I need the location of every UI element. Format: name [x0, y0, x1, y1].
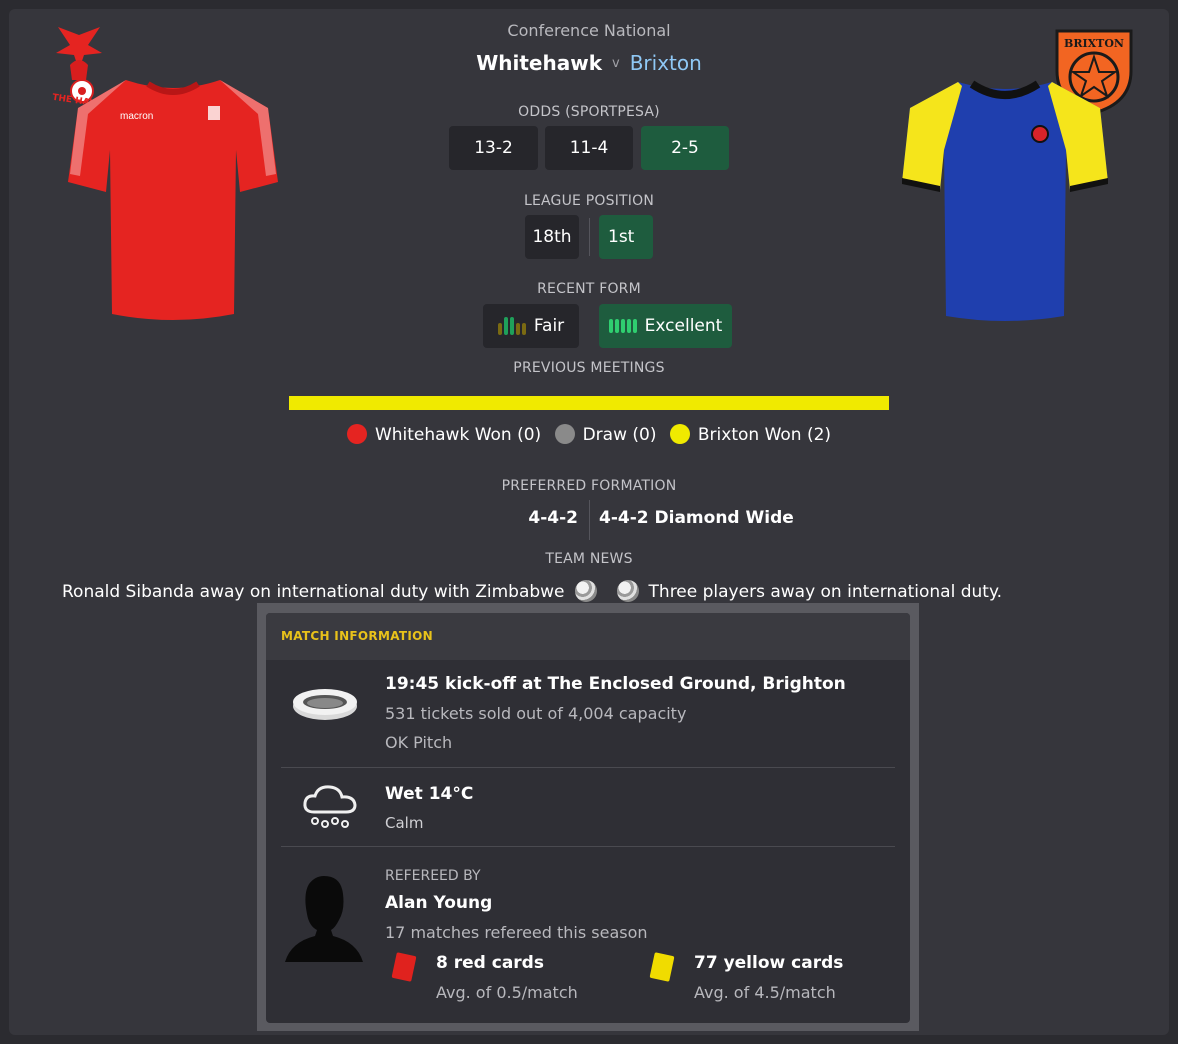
- home-wins-legend: Whitehawk Won (0): [346, 424, 542, 445]
- draw-odds-button[interactable]: 11-4: [545, 126, 633, 170]
- rain-cloud-icon: [303, 785, 357, 828]
- away-team-link[interactable]: Brixton: [630, 51, 702, 75]
- red-cards-count: 8 red cards: [436, 953, 544, 973]
- previous-meetings-bar[interactable]: [289, 396, 889, 410]
- formation-divider: [589, 500, 590, 540]
- globe-icon: [574, 580, 597, 602]
- away-form-bars-icon: [608, 319, 637, 333]
- yellow-cards-count: 77 yellow cards: [694, 953, 844, 973]
- weather-title: Wet 14°C: [385, 784, 474, 804]
- home-team-link[interactable]: Whitehawk: [476, 51, 602, 75]
- referee-avatar[interactable]: [283, 872, 365, 964]
- home-formation[interactable]: 4-4-2: [0, 508, 578, 528]
- home-wins-text: Whitehawk Won (0): [374, 425, 542, 445]
- away-formation[interactable]: 4-4-2 Diamond Wide: [599, 508, 794, 528]
- yellow-dot-icon: [669, 424, 690, 444]
- away-wins-legend: Brixton Won (2): [669, 424, 832, 445]
- team-news-label: TEAM NEWS: [545, 551, 633, 567]
- away-odds-button[interactable]: 2-5: [641, 126, 729, 170]
- referee-name[interactable]: Alan Young: [385, 893, 492, 913]
- venue-title[interactable]: 19:45 kick-off at The Enclosed Ground, B…: [385, 674, 846, 694]
- yellow-cards-average: Avg. of 4.5/match: [694, 983, 836, 1002]
- home-form-badge[interactable]: Fair: [483, 304, 579, 348]
- wind-condition: Calm: [385, 814, 424, 832]
- league-position-label: LEAGUE POSITION: [523, 193, 655, 209]
- home-odds-button[interactable]: 13-2: [449, 126, 538, 170]
- red-dot-icon: [346, 424, 367, 444]
- away-league-position[interactable]: 1st: [599, 215, 653, 259]
- previous-meetings-label: PREVIOUS MEETINGS: [513, 360, 665, 376]
- home-form-bars-icon: [497, 317, 526, 335]
- preferred-formation-label: PREFERRED FORMATION: [501, 478, 677, 494]
- grey-dot-icon: [554, 424, 575, 444]
- match-information-title: MATCH INFORMATION: [281, 629, 433, 643]
- home-league-position[interactable]: 18th: [525, 215, 579, 259]
- odds-label: ODDS (SPORTPESA): [518, 104, 660, 120]
- recent-form-label: RECENT FORM: [537, 281, 641, 297]
- away-form-text: Excellent: [644, 316, 723, 336]
- refereed-by-label: REFEREED BY: [385, 868, 481, 884]
- home-team-news[interactable]: Ronald Sibanda away on international dut…: [62, 582, 565, 602]
- globe-icon: [616, 580, 639, 602]
- section-divider: [281, 846, 895, 847]
- red-cards-average: Avg. of 0.5/match: [436, 983, 578, 1002]
- home-form-text: Fair: [533, 316, 565, 336]
- stadium-icon: [293, 689, 357, 720]
- position-divider: [589, 218, 590, 256]
- away-wins-text: Brixton Won (2): [697, 425, 832, 445]
- competition-name: Conference National: [507, 21, 671, 40]
- away-team-news[interactable]: Three players away on international duty…: [649, 582, 1002, 602]
- draws-legend: Draw (0): [554, 424, 657, 445]
- referee-matches: 17 matches refereed this season: [385, 923, 648, 942]
- previous-meetings-legend: Whitehawk Won (0) Draw (0) Brixton Won (…: [0, 424, 1178, 445]
- section-divider: [281, 767, 895, 768]
- versus-label: v: [612, 56, 620, 71]
- draws-text: Draw (0): [582, 425, 657, 445]
- tickets-sold: 531 tickets sold out of 4,004 capacity: [385, 704, 687, 723]
- team-news-row: Ronald Sibanda away on international dut…: [62, 580, 1002, 602]
- fixture-title: Whitehawk v Brixton: [0, 51, 1178, 75]
- pitch-condition: OK Pitch: [385, 733, 453, 752]
- away-form-badge[interactable]: Excellent: [599, 304, 732, 348]
